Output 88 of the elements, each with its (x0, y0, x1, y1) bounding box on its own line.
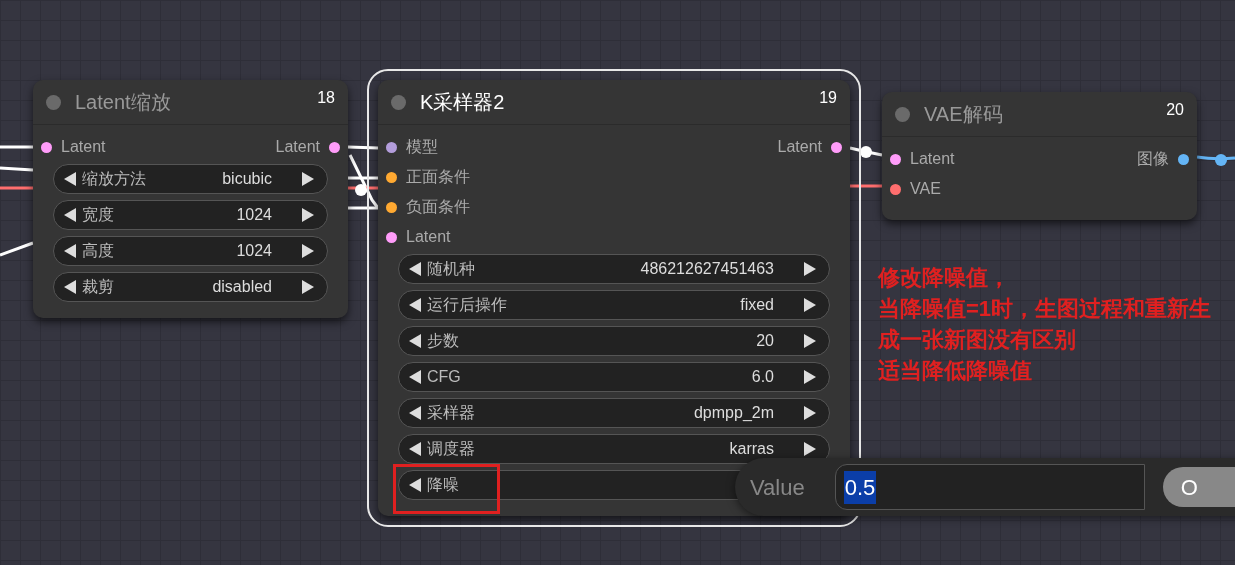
widget-label: 降噪 (427, 475, 459, 495)
left-arrow-icon[interactable] (63, 171, 77, 187)
right-arrow-icon[interactable] (803, 369, 817, 385)
widget-control[interactable]: 高度 1024 (53, 236, 328, 266)
widget-value: disabled (212, 277, 272, 297)
left-arrow-icon[interactable] (408, 405, 422, 421)
left-arrow-icon[interactable] (63, 243, 77, 259)
slot-label: 负面条件 (406, 197, 470, 217)
input-text: 0.5 (843, 470, 877, 504)
node-title: K采样器2 (420, 90, 505, 115)
right-arrow-icon[interactable] (301, 279, 315, 295)
right-arrow-icon[interactable] (301, 171, 315, 187)
slot-label: Latent (275, 137, 320, 157)
slot-label: Latent (910, 149, 955, 169)
annotation-text: 适当降低降噪值 (878, 357, 1032, 385)
widget-label: 采样器 (427, 403, 475, 423)
right-arrow-icon[interactable] (803, 405, 817, 421)
widget-control[interactable]: CFG 6.0 (398, 362, 830, 392)
slot-label: Latent (61, 137, 106, 157)
right-arrow-icon[interactable] (803, 333, 817, 349)
connection-wire (0, 186, 33, 190)
right-arrow-icon[interactable] (803, 441, 817, 457)
right-arrow-icon[interactable] (301, 243, 315, 259)
widget-value: 1024 (236, 241, 272, 261)
left-arrow-icon[interactable] (408, 477, 422, 493)
widget-control[interactable]: 裁剪 disabled (53, 272, 328, 302)
right-arrow-icon[interactable] (803, 261, 817, 277)
left-arrow-icon[interactable] (408, 333, 422, 349)
right-arrow-icon[interactable] (301, 207, 315, 223)
slot-label: VAE (910, 179, 941, 199)
reroute-dot[interactable] (860, 146, 872, 158)
right-arrow-icon[interactable] (803, 297, 817, 313)
slot-label: Latent (777, 137, 822, 157)
node-title: VAE解码 (924, 102, 1003, 127)
connection-wire (1196, 155, 1235, 161)
widget-label: 宽度 (82, 205, 114, 225)
widget-label: CFG (427, 367, 461, 387)
connection-wire (850, 184, 882, 188)
widget-control[interactable]: 运行后操作 fixed (398, 290, 830, 320)
annotation-text: 当降噪值=1时，生图过程和重新生成一张新图没有区别 (878, 295, 1213, 354)
connection-wire (0, 241, 34, 257)
reroute-dot[interactable] (1215, 154, 1227, 166)
node-card[interactable]: Latent缩放 18 Latent Latent 缩放方法 bicubic 宽度 1024 高度 1024 裁剪 disabled (33, 80, 348, 318)
widget-label: 运行后操作 (427, 295, 507, 315)
left-arrow-icon[interactable] (408, 297, 422, 313)
annotation-text: 修改降噪值， (878, 264, 1010, 292)
slot-label: 模型 (406, 137, 438, 157)
connection-wire (347, 145, 379, 150)
widget-control[interactable]: 步数 20 (398, 326, 830, 356)
widget-label: 高度 (82, 241, 114, 261)
reroute-dot[interactable] (355, 184, 367, 196)
widget-value: 6.0 (751, 367, 774, 387)
widget-label: 裁剪 (82, 277, 114, 297)
widget-label: 随机种 (427, 259, 475, 279)
widget-control[interactable]: 缩放方法 bicubic (53, 164, 328, 194)
connection-wire (0, 166, 34, 172)
widget-label: 步数 (427, 331, 459, 351)
widget-value: fixed (740, 295, 774, 315)
slot-label: 正面条件 (406, 167, 470, 187)
widget-label: 调度器 (427, 439, 475, 459)
value-input[interactable]: 0.5 (834, 464, 1145, 510)
value-label: Value (750, 473, 805, 502)
widget-value: bicubic (222, 169, 272, 189)
ok-button[interactable]: O (1162, 467, 1235, 507)
widget-control[interactable]: 随机种 486212627451463 (398, 254, 830, 284)
left-arrow-icon[interactable] (63, 279, 77, 295)
widget-value: dpmpp_2m (693, 403, 774, 423)
widget-value: 1024 (236, 205, 272, 225)
node-card[interactable]: VAE解码 20 Latent VAE 图像 (882, 92, 1197, 220)
node-title: Latent缩放 (75, 90, 171, 115)
widget-value: 486212627451463 (640, 259, 774, 279)
slot-label: Latent (406, 227, 451, 247)
node-id: 20 (1166, 100, 1184, 120)
widget-control[interactable]: 调度器 karras (398, 434, 830, 464)
widget-value: karras (729, 439, 774, 459)
widget-label: 缩放方法 (82, 169, 146, 189)
connection-wire (0, 145, 33, 149)
left-arrow-icon[interactable] (408, 369, 422, 385)
node-id: 18 (317, 88, 335, 108)
widget-value: 20 (756, 331, 774, 351)
widget-control[interactable]: 采样器 dpmpp_2m (398, 398, 830, 428)
node-id: 19 (819, 88, 837, 108)
connection-wire (849, 146, 883, 157)
slot-label: 图像 (1137, 149, 1169, 169)
left-arrow-icon[interactable] (408, 261, 422, 277)
left-arrow-icon[interactable] (408, 441, 422, 457)
widget-control[interactable]: 宽度 1024 (53, 200, 328, 230)
left-arrow-icon[interactable] (63, 207, 77, 223)
